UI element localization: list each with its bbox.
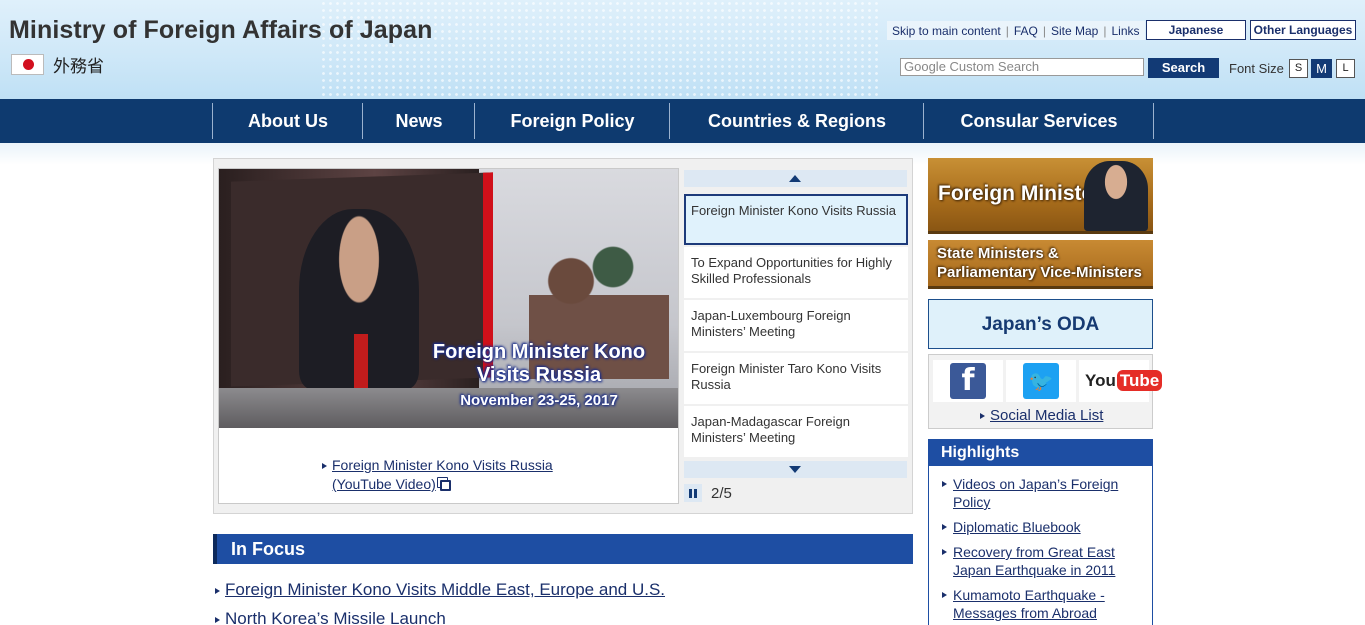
in-focus-item: Foreign Minister Kono Visits Middle East… xyxy=(215,580,665,600)
carousel-thumb-3[interactable]: Japan-Luxembourg Foreign Ministers’ Meet… xyxy=(684,300,908,351)
search-input[interactable]: Google Custom Search xyxy=(900,58,1144,76)
state-ministers-banner[interactable]: State Ministers & Parliamentary Vice-Min… xyxy=(928,240,1153,289)
japan-flag-icon xyxy=(11,54,44,75)
twitter-icon: 🐦 xyxy=(1023,363,1059,399)
youtube-wordmark-prefix: You xyxy=(1085,371,1116,390)
in-focus-link-1[interactable]: Foreign Minister Kono Visits Middle East… xyxy=(225,580,665,599)
nav-divider xyxy=(1153,103,1154,139)
world-map-decoration xyxy=(320,0,880,99)
foreign-minister-photo xyxy=(1084,161,1148,231)
highlight-link-1[interactable]: Videos on Japan’s Foreign Policy xyxy=(953,476,1118,510)
slide-video-link[interactable]: Foreign Minister Kono Visits Russia xyxy=(332,457,553,473)
in-focus-heading: In Focus xyxy=(213,534,913,564)
triangle-bullet-icon xyxy=(942,524,947,530)
slide-image[interactable]: Foreign Minister Kono Visits Russia Nove… xyxy=(219,169,678,428)
faq-link[interactable]: FAQ xyxy=(1014,24,1038,38)
font-size-medium-button[interactable]: M xyxy=(1311,59,1332,78)
new-window-icon xyxy=(439,479,451,491)
font-size-small-button[interactable]: S xyxy=(1289,59,1308,78)
state-ministers-line1: State Ministers & xyxy=(937,245,1059,262)
in-focus-item: North Korea’s Missile Launch xyxy=(215,609,446,625)
highlight-link-3[interactable]: Recovery from Great East Japan Earthquak… xyxy=(953,544,1115,578)
other-languages-button[interactable]: Other Languages xyxy=(1250,20,1356,40)
triangle-bullet-icon xyxy=(942,549,947,555)
utility-links: Skip to main content | FAQ | Site Map | … xyxy=(887,21,1145,40)
arrow-down-icon xyxy=(789,466,801,473)
japanese-language-button[interactable]: Japanese xyxy=(1146,20,1246,40)
highlight-link-4[interactable]: Kumamoto Earthquake - Messages from Abro… xyxy=(953,587,1105,621)
facebook-icon: f xyxy=(950,363,986,399)
search-button[interactable]: Search xyxy=(1148,58,1219,78)
triangle-bullet-icon xyxy=(215,616,220,623)
japans-oda-label: Japan’s ODA xyxy=(981,314,1100,335)
carousel-up-button[interactable] xyxy=(684,170,907,187)
triangle-bullet-icon xyxy=(942,481,947,487)
skip-to-main-link[interactable]: Skip to main content xyxy=(892,24,1001,38)
carousel-thumb-1[interactable]: Foreign Minister Kono Visits Russia xyxy=(684,194,908,245)
carousel-thumb-2[interactable]: To Expand Opportunities for Highly Skill… xyxy=(684,247,908,298)
highlight-item: Recovery from Great East Japan Earthquak… xyxy=(942,543,1142,579)
slide-caption: Foreign Minister Kono Visits Russia Nove… xyxy=(409,341,669,412)
carousel-thumb-5[interactable]: Japan-Madagascar Foreign Ministers’ Meet… xyxy=(684,406,908,457)
nav-about-us[interactable]: About Us xyxy=(212,103,363,139)
facebook-link[interactable]: f xyxy=(933,360,1003,402)
nav-news[interactable]: News xyxy=(362,103,475,139)
highlight-item: Videos on Japan’s Foreign Policy xyxy=(942,475,1142,511)
slide-link: Foreign Minister Kono Visits Russia (You… xyxy=(322,456,582,494)
social-media-list-link[interactable]: Social Media List xyxy=(990,407,1103,424)
site-map-link[interactable]: Site Map xyxy=(1051,24,1098,38)
youtube-wordmark-suffix: Tube xyxy=(1116,370,1163,391)
carousel-down-button[interactable] xyxy=(684,461,907,478)
links-link[interactable]: Links xyxy=(1111,24,1139,38)
slide-caption-line2: Visits Russia xyxy=(476,364,602,386)
highlights-heading: Highlights xyxy=(929,440,1152,466)
separator: | xyxy=(1042,23,1046,38)
site-title-japanese[interactable]: 外務省 xyxy=(53,52,104,77)
state-ministers-label: State Ministers & Parliamentary Vice-Min… xyxy=(937,244,1142,282)
main-navigation: About Us News Foreign Policy Countries &… xyxy=(0,99,1365,143)
triangle-bullet-icon xyxy=(215,587,220,594)
font-size-label: Font Size xyxy=(1229,61,1284,76)
font-size-large-button[interactable]: L xyxy=(1336,59,1355,78)
slide-caption-line1: Foreign Minister Kono xyxy=(432,341,646,363)
foreign-minister-banner[interactable]: Foreign Minister xyxy=(928,158,1153,234)
nav-countries-regions[interactable]: Countries & Regions xyxy=(669,103,924,139)
social-media-list: Social Media List xyxy=(980,407,1103,424)
nav-foreign-policy[interactable]: Foreign Policy xyxy=(474,103,670,139)
twitter-link[interactable]: 🐦 xyxy=(1006,360,1076,402)
site-header: Ministry of Foreign Affairs of Japan 外務省… xyxy=(0,0,1365,99)
youtube-icon: You Tube xyxy=(1085,363,1163,399)
carousel-counter: 2/5 xyxy=(711,485,732,502)
foreign-minister-label: Foreign Minister xyxy=(938,182,1102,205)
state-ministers-line2: Parliamentary Vice-Ministers xyxy=(937,264,1142,281)
nav-consular-services[interactable]: Consular Services xyxy=(923,103,1154,139)
triangle-bullet-icon xyxy=(942,592,947,598)
carousel-thumb-4[interactable]: Foreign Minister Taro Kono Visits Russia xyxy=(684,353,908,404)
highlight-link-2[interactable]: Diplomatic Bluebook xyxy=(953,519,1081,535)
separator: | xyxy=(1005,23,1009,38)
highlight-item: Kumamoto Earthquake - Messages from Abro… xyxy=(942,586,1142,622)
slide-caption-date: November 23-25, 2017 xyxy=(460,392,618,409)
triangle-bullet-icon xyxy=(322,463,327,470)
slide-video-link-suffix[interactable]: (YouTube Video) xyxy=(332,476,436,492)
japans-oda-banner[interactable]: Japan’s ODA xyxy=(928,299,1153,349)
japanese-title-row: 外務省 xyxy=(11,52,104,77)
slide-tie xyxy=(354,334,368,394)
pause-icon[interactable] xyxy=(684,484,702,502)
separator: | xyxy=(1103,23,1107,38)
site-title[interactable]: Ministry of Foreign Affairs of Japan xyxy=(9,16,433,45)
arrow-up-icon xyxy=(789,175,801,182)
youtube-link[interactable]: You Tube xyxy=(1079,360,1163,402)
triangle-bullet-icon xyxy=(980,413,985,420)
highlight-item: Diplomatic Bluebook xyxy=(942,518,1142,536)
in-focus-link-2[interactable]: North Korea’s Missile Launch xyxy=(225,609,446,625)
